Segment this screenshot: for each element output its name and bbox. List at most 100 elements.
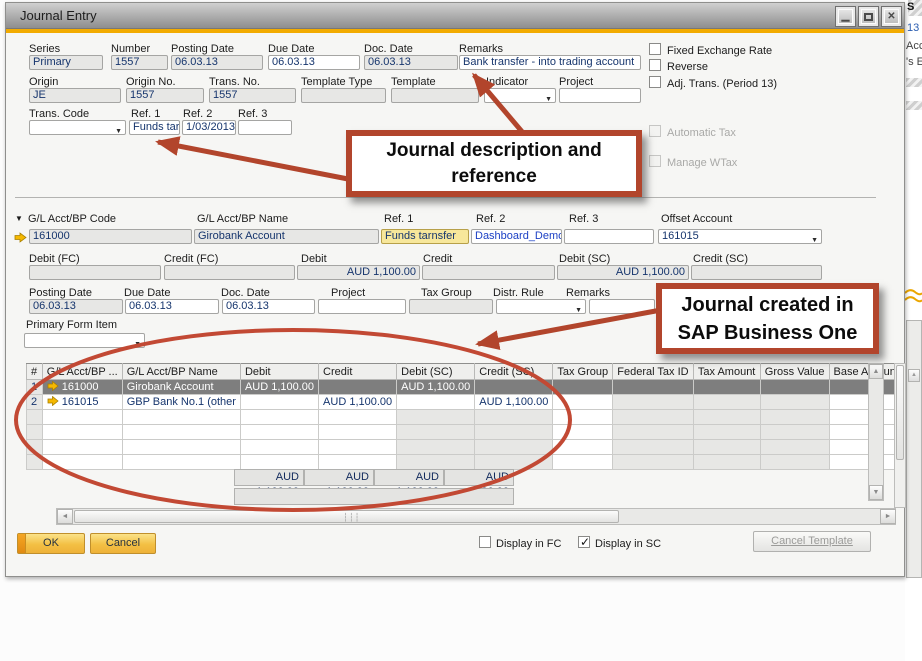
minimize-button[interactable]: ▁ [835,6,856,27]
maximize-button[interactable] [858,6,879,27]
col-header[interactable]: # [27,364,43,380]
close-button[interactable]: ✕ [881,6,902,27]
titlebar[interactable]: Journal Entry ▁ ✕ [6,3,904,29]
table-empty-row[interactable] [27,455,904,470]
col-header[interactable]: Credit (SC) [475,364,553,380]
col-header[interactable]: Debit [240,364,318,380]
col-header[interactable]: Base Amount [829,364,903,380]
ref1-field[interactable]: Funds tarns [129,120,180,135]
table-empty-row[interactable] [27,440,904,455]
grid-vertical-scrollbar[interactable]: ▲ ▼ [868,363,884,501]
fixed-exchange-rate-checkbox[interactable] [649,43,661,55]
doc-date-label: Doc. Date [364,43,413,55]
collapse-triangle-icon[interactable]: ▼ [15,213,23,225]
account-code-cell[interactable]: 161015 [42,395,122,410]
credit-cell[interactable] [319,380,397,395]
credit-field [422,265,555,280]
federal-tax-id-cell[interactable] [613,380,694,395]
col-header[interactable]: Credit [319,364,397,380]
base-amount-cell[interactable] [829,380,903,395]
offset-account-label: Offset Account [661,213,732,225]
tax-group-cell[interactable] [553,380,613,395]
gl-name-field: Girobank Account [194,229,379,244]
table-empty-row[interactable] [27,425,904,440]
gl-ref2-field[interactable]: Dashboard_Demo [471,229,562,244]
gl-remarks-field[interactable] [589,299,655,314]
ref3-field[interactable] [238,120,292,135]
background-text-fragment: 13 [907,22,919,34]
col-header[interactable]: Debit (SC) [397,364,475,380]
remarks-field[interactable]: Bank transfer - into trading account [459,55,641,70]
gross-value-cell[interactable] [760,395,829,410]
scrollbar-thumb[interactable]: ┆┆┆ [74,510,619,523]
distr-rule-dropdown[interactable] [496,299,586,314]
tax-amount-cell[interactable] [693,380,760,395]
due-date-field[interactable]: 06.03.13 [268,55,360,70]
primary-form-item-dropdown[interactable] [24,333,145,348]
reverse-checkbox[interactable] [649,59,661,71]
gl-ref3-field[interactable] [564,229,654,244]
table-row[interactable]: 2 161015 GBP Bank No.1 (other AUD 1,100.… [27,395,904,410]
primary-form-item-label: Primary Form Item [26,319,117,331]
table-row[interactable]: 1 161000 Girobank Account AUD 1,100.00 A… [27,380,904,395]
scroll-down-icon[interactable]: ▼ [869,485,883,500]
ok-button[interactable]: OK [17,533,85,554]
col-header[interactable]: Tax Group [553,364,613,380]
table-empty-row[interactable] [27,410,904,425]
col-header[interactable]: G/L Acct/BP Name [122,364,240,380]
credit-sc-label: Credit (SC) [693,253,748,265]
gross-value-cell[interactable] [760,380,829,395]
window-vertical-scrollbar[interactable] [894,363,906,508]
gl-project-label: Project [331,287,365,299]
journal-lines-table: # G/L Acct/BP ... G/L Acct/BP Name Debit… [26,363,904,470]
row-number-cell[interactable]: 2 [27,395,43,410]
col-header[interactable]: Tax Amount [693,364,760,380]
display-in-sc-checkbox[interactable] [578,536,590,548]
tax-group-cell[interactable] [553,395,613,410]
totals-strip [234,488,514,505]
tax-amount-cell[interactable] [693,395,760,410]
cancel-button[interactable]: Cancel [90,533,156,554]
account-code-cell[interactable]: 161000 [42,380,122,395]
federal-tax-id-cell[interactable] [613,395,694,410]
gl-remarks-label: Remarks [566,287,610,299]
display-in-fc-checkbox[interactable] [479,536,491,548]
debit-sc-cell[interactable] [397,395,475,410]
ref2-field[interactable]: 1/03/2013 [182,120,236,135]
row-number-cell[interactable]: 1 [27,380,43,395]
account-name-cell[interactable]: GBP Bank No.1 (other [122,395,240,410]
gl-ref1-field[interactable]: Funds tarnsfer [381,229,469,244]
gl-project-field[interactable] [318,299,406,314]
debit-cell[interactable] [240,395,318,410]
col-header[interactable]: G/L Acct/BP ... [42,364,122,380]
project-field[interactable] [559,88,641,103]
col-header[interactable]: Federal Tax ID [613,364,694,380]
offset-account-dropdown[interactable]: 161015 [658,229,822,244]
scroll-right-icon[interactable]: ► [880,509,896,524]
doc-date-field[interactable]: 06.03.13 [364,55,458,70]
gl-doc-date-field[interactable]: 06.03.13 [222,299,315,314]
debit-fc-field [29,265,161,280]
credit-cell[interactable]: AUD 1,100.00 [319,395,397,410]
debit-sc-cell[interactable]: AUD 1,100.00 [397,380,475,395]
scrollbar-thumb[interactable] [896,365,904,460]
link-arrow-icon[interactable] [47,381,59,391]
debit-label: Debit [301,253,327,265]
link-arrow-icon[interactable] [14,232,27,243]
scroll-left-icon[interactable]: ◄ [57,509,73,524]
col-header[interactable]: Gross Value [760,364,829,380]
gl-due-date-field[interactable]: 06.03.13 [125,299,219,314]
adj-trans-checkbox[interactable] [649,76,661,88]
account-name-cell[interactable]: Girobank Account [122,380,240,395]
base-amount-cell[interactable] [829,395,903,410]
grid-horizontal-scrollbar[interactable]: ◄ ┆┆┆ ► [56,508,896,525]
scroll-up-icon[interactable]: ▲ [869,364,883,379]
cancel-template-button[interactable]: Cancel Template [753,531,871,552]
debit-cell[interactable]: AUD 1,100.00 [240,380,318,395]
credit-sc-cell[interactable] [475,380,553,395]
trans-code-dropdown[interactable] [29,120,126,135]
indicator-dropdown[interactable] [484,88,556,103]
credit-sc-cell[interactable]: AUD 1,100.00 [475,395,553,410]
link-arrow-icon[interactable] [47,396,59,406]
background-squiggle-icon [905,288,922,306]
